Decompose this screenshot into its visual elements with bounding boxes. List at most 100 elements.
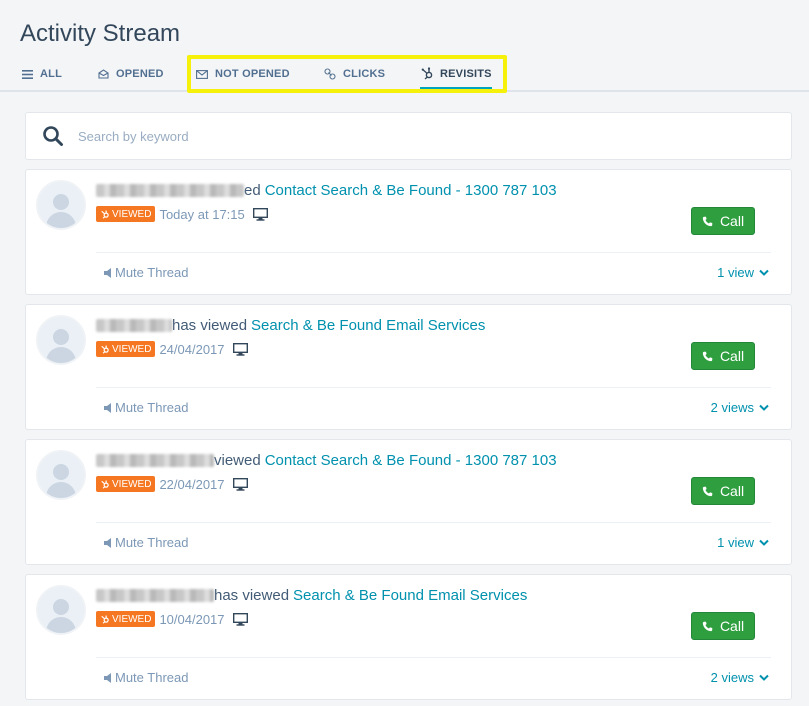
mute-thread-link[interactable]: Mute Thread [104, 535, 188, 550]
views-label: 2 views [710, 400, 754, 415]
mute-thread-link[interactable]: Mute Thread [104, 265, 188, 280]
activity-time: 24/04/2017 [159, 341, 225, 357]
badge-label: VIEWED [112, 208, 152, 220]
call-label: Call [719, 348, 745, 364]
views-toggle[interactable]: 2 views [711, 400, 769, 415]
activity-meta: VIEWED Today at 17:15 [96, 206, 268, 222]
redacted-contact-name [96, 319, 172, 332]
search-input[interactable] [76, 127, 680, 145]
avatar [36, 315, 86, 365]
views-label: 1 view [717, 265, 754, 280]
search-box [25, 112, 792, 160]
hubspot-sprocket-icon [101, 615, 109, 624]
mute-label: Mute Thread [115, 535, 189, 550]
viewed-badge: VIEWED [96, 341, 156, 357]
activity-meta: VIEWED 24/04/2017 [96, 341, 248, 357]
badge-label: VIEWED [112, 613, 152, 625]
activity-card: has viewed Search & Be Found Email Servi… [25, 574, 792, 700]
views-toggle[interactable]: 1 view [717, 265, 769, 280]
mute-label: Mute Thread [115, 670, 189, 685]
search-icon [43, 126, 63, 146]
views-label: 2 views [710, 670, 754, 685]
phone-icon [702, 621, 713, 631]
page-link[interactable]: Search & Be Found Email Services [293, 587, 527, 604]
page-link[interactable]: Contact Search & Be Found - 1300 787 103 [265, 452, 557, 469]
tab-not-opened[interactable]: NOT OPENED [195, 60, 290, 88]
activity-meta: VIEWED 22/04/2017 [96, 476, 248, 492]
call-button[interactable]: Call [691, 207, 755, 235]
activity-tabs: ALL OPENED NOT OPENED CLICKS REVISITS [0, 60, 809, 92]
views-label: 1 view [717, 535, 754, 550]
divider [96, 387, 771, 388]
list-icon [20, 67, 34, 81]
activity-time: 22/04/2017 [159, 476, 225, 492]
tab-clicks[interactable]: CLICKS [323, 60, 385, 88]
activity-card: has viewed Search & Be Found Email Servi… [25, 304, 792, 430]
activity-headline: has viewed Search & Be Found Email Servi… [96, 317, 485, 334]
viewed-badge: VIEWED [96, 611, 156, 627]
tab-label: NOT OPENED [215, 68, 290, 80]
call-label: Call [719, 213, 745, 229]
hubspot-sprocket-icon [101, 345, 109, 354]
mute-thread-link[interactable]: Mute Thread [104, 400, 188, 415]
monitor-icon [252, 207, 268, 221]
monitor-icon [232, 612, 248, 626]
page-link[interactable]: Contact Search & Be Found - 1300 787 103 [265, 182, 557, 199]
tab-label: OPENED [116, 68, 164, 80]
divider [96, 252, 771, 253]
call-label: Call [719, 618, 745, 634]
activity-verb: has viewed [172, 317, 248, 334]
activity-headline: ed Contact Search & Be Found - 1300 787 … [96, 182, 557, 199]
divider [96, 657, 771, 658]
call-button[interactable]: Call [691, 342, 755, 370]
redacted-contact-name [96, 184, 244, 197]
phone-icon [702, 486, 713, 496]
redacted-contact-name [96, 454, 214, 467]
chevron-down-icon [759, 539, 769, 546]
redacted-contact-name [96, 589, 214, 602]
activity-verb: ed [244, 182, 261, 199]
mute-label: Mute Thread [115, 265, 189, 280]
views-toggle[interactable]: 2 views [711, 670, 769, 685]
activity-time: Today at 17:15 [159, 206, 245, 222]
activity-meta: VIEWED 10/04/2017 [96, 611, 248, 627]
tab-revisits[interactable]: REVISITS [420, 60, 492, 90]
hubspot-sprocket-icon [101, 210, 109, 219]
tab-all[interactable]: ALL [20, 60, 62, 88]
envelope-open-icon [96, 67, 110, 81]
views-toggle[interactable]: 1 view [717, 535, 769, 550]
activity-headline: has viewed Search & Be Found Email Servi… [96, 587, 527, 604]
page-link[interactable]: Search & Be Found Email Services [251, 317, 485, 334]
avatar [36, 180, 86, 230]
activity-card: viewed Contact Search & Be Found - 1300 … [25, 439, 792, 565]
speaker-icon [104, 402, 111, 413]
hubspot-sprocket-icon [101, 480, 109, 489]
mute-label: Mute Thread [115, 400, 189, 415]
chevron-down-icon [759, 674, 769, 681]
speaker-icon [104, 537, 111, 548]
divider [96, 522, 771, 523]
activity-verb: viewed [214, 452, 261, 469]
viewed-badge: VIEWED [96, 206, 156, 222]
call-button[interactable]: Call [691, 612, 755, 640]
tab-opened[interactable]: OPENED [96, 60, 164, 88]
page-title: Activity Stream [20, 20, 181, 47]
speaker-icon [104, 267, 111, 278]
call-button[interactable]: Call [691, 477, 755, 505]
chevron-down-icon [759, 269, 769, 276]
activity-verb: has viewed [214, 587, 290, 604]
mute-thread-link[interactable]: Mute Thread [104, 670, 188, 685]
phone-icon [702, 216, 713, 226]
avatar [36, 585, 86, 635]
monitor-icon [232, 477, 248, 491]
avatar [36, 450, 86, 500]
envelope-icon [195, 67, 209, 81]
speaker-icon [104, 672, 111, 683]
call-label: Call [719, 483, 745, 499]
monitor-icon [232, 342, 248, 356]
tab-label: REVISITS [440, 67, 492, 80]
viewed-badge: VIEWED [96, 476, 156, 492]
hubspot-sprocket-icon [420, 67, 434, 81]
badge-label: VIEWED [112, 478, 152, 490]
phone-icon [702, 351, 713, 361]
